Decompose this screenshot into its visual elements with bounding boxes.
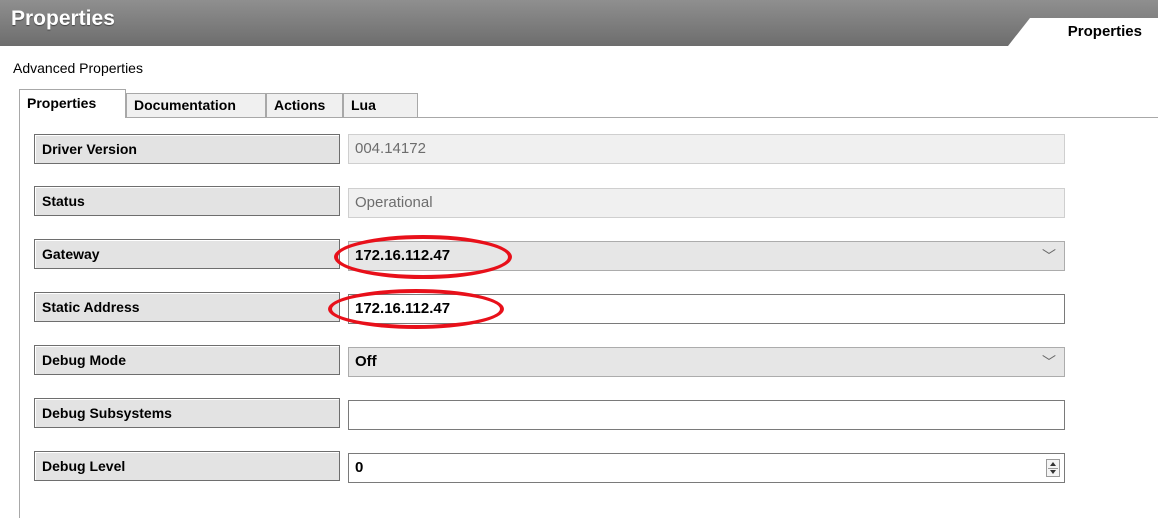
debug-mode-label: Debug Mode — [34, 345, 340, 375]
status-label: Status — [34, 186, 340, 216]
spinner-arrows-icon[interactable] — [1046, 459, 1060, 477]
static-address-label: Static Address — [34, 292, 340, 322]
chevron-down-icon[interactable]: ﹀ — [1042, 348, 1056, 376]
tab-properties[interactable]: Properties — [19, 89, 126, 118]
debug-level-value: 0 — [355, 459, 364, 476]
spinner-down-icon[interactable] — [1050, 470, 1056, 474]
titlebar-tab-label[interactable]: Properties — [1068, 23, 1142, 40]
debug-mode-dropdown[interactable]: Off ﹀ — [348, 347, 1065, 377]
chevron-down-icon[interactable]: ﹀ — [1042, 242, 1056, 270]
debug-subsystems-label: Debug Subsystems — [34, 398, 340, 428]
tab-lua[interactable]: Lua — [343, 93, 418, 117]
debug-level-label: Debug Level — [34, 451, 340, 481]
tab-documentation[interactable]: Documentation — [126, 93, 266, 117]
spinner-divider — [1048, 468, 1058, 469]
gateway-value: 172.16.112.47 — [355, 247, 451, 264]
section-title: Advanced Properties — [13, 60, 143, 76]
window-titlebar: Properties Properties — [0, 0, 1158, 46]
driver-version-label: Driver Version — [34, 134, 340, 164]
spinner-up-icon[interactable] — [1050, 462, 1056, 466]
status-field: Operational — [348, 188, 1065, 218]
tab-actions[interactable]: Actions — [266, 93, 343, 117]
gateway-dropdown[interactable]: 172.16.112.47 ﹀ — [348, 241, 1065, 271]
debug-mode-value: Off — [355, 353, 377, 370]
gateway-label: Gateway — [34, 239, 340, 269]
static-address-input[interactable]: 172.16.112.47 — [348, 294, 1065, 324]
debug-level-spinner[interactable]: 0 — [348, 453, 1065, 483]
window-title: Properties — [11, 7, 115, 30]
titlebar-tab-slope — [1008, 18, 1030, 46]
debug-subsystems-input[interactable] — [348, 400, 1065, 430]
driver-version-field: 004.14172 — [348, 134, 1065, 164]
properties-panel: Driver Version 004.14172 Status Operatio… — [19, 117, 1158, 518]
